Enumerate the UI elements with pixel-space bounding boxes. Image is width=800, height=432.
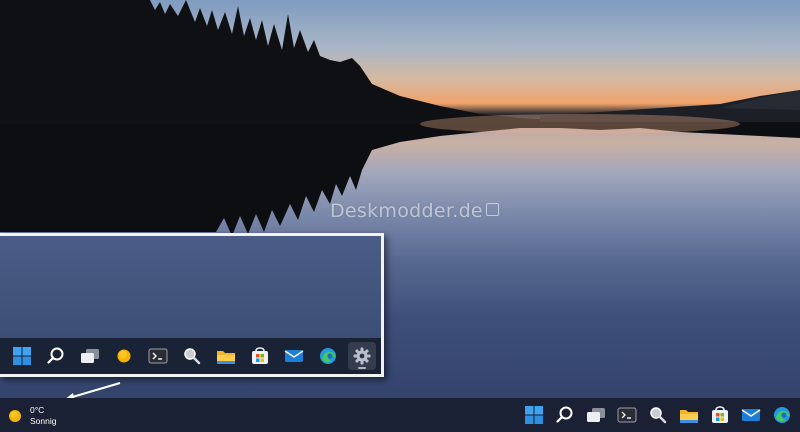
terminal-icon [148,348,168,364]
mail-button[interactable] [737,401,765,429]
task-view-button[interactable] [76,342,104,370]
settings-button[interactable] [348,342,376,370]
edge-button[interactable] [768,401,796,429]
zoomed-taskbar-inset [0,233,384,377]
microsoft-store-button[interactable] [706,401,734,429]
search-icon [556,406,573,423]
search-button[interactable] [42,342,70,370]
weather-temperature: 0°C [30,405,45,415]
search-button[interactable] [551,401,579,429]
task-view-button[interactable] [582,401,610,429]
search-icon [47,347,64,364]
weather-text: 0°C Sonnig [30,405,56,427]
file-explorer-button[interactable] [675,401,703,429]
terminal-button[interactable] [144,342,172,370]
weather-widget-button[interactable] [110,342,138,370]
sun-icon [117,349,131,363]
magnifier-button[interactable] [178,342,206,370]
windows-logo-icon [13,347,31,365]
task-view-icon [587,408,605,422]
sun-icon [9,410,21,422]
folder-icon [217,350,235,364]
windows-logo-icon [525,406,543,424]
watermark-text: Deskmodder.de [330,200,483,222]
mail-button[interactable] [280,342,308,370]
edge-button[interactable] [314,342,342,370]
microsoft-store-button[interactable] [246,342,274,370]
edge-icon [774,407,790,423]
watermark: Deskmodder.de [330,200,499,222]
magnifier-button[interactable] [644,401,672,429]
taskbar-app-icons [520,401,800,429]
magnifier-icon [650,407,667,424]
terminal-icon [617,407,637,423]
start-button[interactable] [520,401,548,429]
weather-widget[interactable]: 0°C Sonnig [8,403,56,429]
mail-icon [284,350,304,362]
terminal-button[interactable] [613,401,641,429]
mail-icon [741,409,761,421]
magnifier-icon [184,348,201,365]
taskbar: 0°C Sonnig [0,398,800,432]
start-button[interactable] [8,342,36,370]
folder-icon [680,409,698,423]
external-link-icon [485,203,499,216]
inset-taskbar [0,338,381,374]
store-icon [252,347,268,364]
task-view-icon [81,349,99,363]
store-icon [712,406,728,423]
gear-icon [353,347,371,365]
file-explorer-button[interactable] [212,342,240,370]
edge-icon [320,348,336,364]
weather-condition: Sonnig [30,416,57,426]
